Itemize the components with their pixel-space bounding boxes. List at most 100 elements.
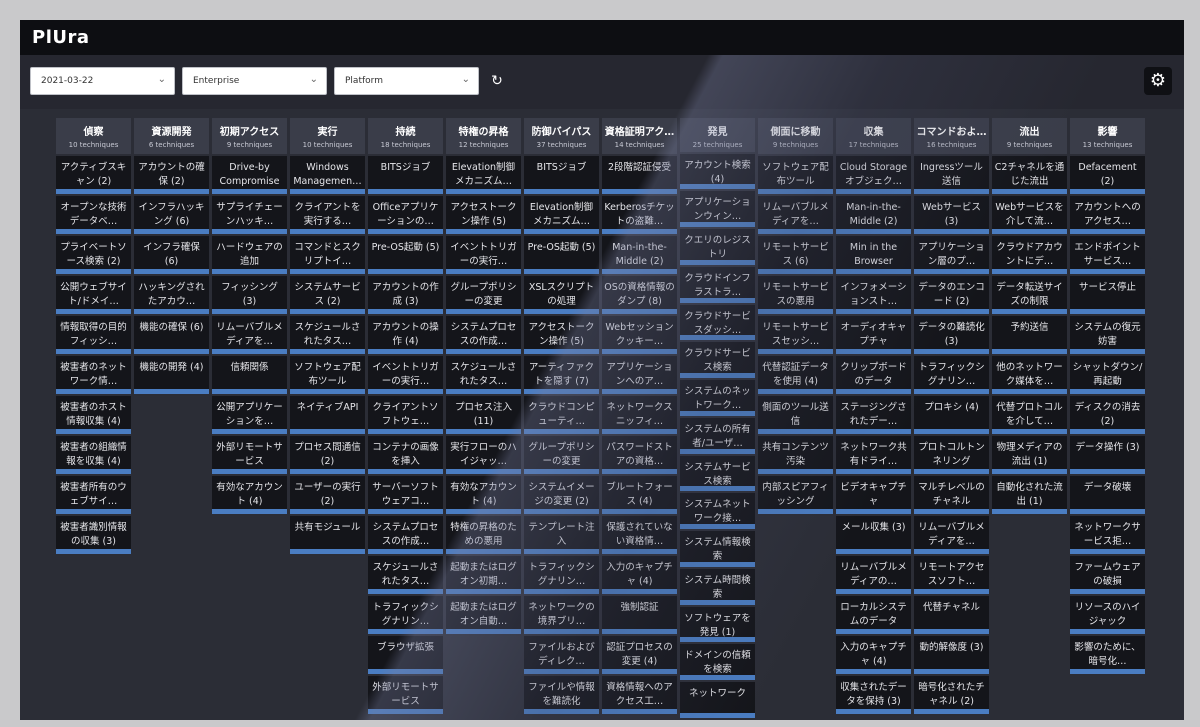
technique-cell[interactable]: ドメインの信頼を検索	[680, 644, 755, 681]
technique-cell[interactable]: サーバーソフトウェアコ…	[368, 476, 443, 514]
technique-cell[interactable]: クリップボードのデータ	[836, 356, 911, 394]
technique-cell[interactable]: Windows Managemen…	[290, 156, 365, 194]
technique-cell[interactable]: 強制認証	[602, 596, 677, 634]
technique-cell[interactable]: アクセストークン操作 (5)	[524, 316, 599, 354]
technique-cell[interactable]: データ破壊	[1070, 476, 1145, 514]
technique-cell[interactable]: グループポリシーの変更	[446, 276, 521, 314]
technique-cell[interactable]: リムーバブルメディアを…	[914, 516, 989, 554]
technique-cell[interactable]: フィッシング (3)	[212, 276, 287, 314]
technique-cell[interactable]: 機能の開発 (4)	[134, 356, 209, 394]
technique-cell[interactable]: ステージングされたデー…	[836, 396, 911, 434]
technique-cell[interactable]: Cloud Storageオブジェク…	[836, 156, 911, 194]
technique-cell[interactable]: トラフィックシグナリン…	[914, 356, 989, 394]
platform-select[interactable]: Platform ⌄	[334, 67, 479, 95]
technique-cell[interactable]: インフラ確保 (6)	[134, 236, 209, 274]
technique-cell[interactable]: クラウドインフラストラ…	[680, 266, 755, 303]
technique-cell[interactable]: ローカルシステムのデータ	[836, 596, 911, 634]
technique-cell[interactable]: Ingressツール送信	[914, 156, 989, 194]
technique-cell[interactable]: システムプロセスの作成…	[446, 316, 521, 354]
technique-cell[interactable]: 物理メディアの流出 (1)	[992, 436, 1067, 474]
technique-cell[interactable]: クラウドサービスダッシ…	[680, 304, 755, 341]
technique-cell[interactable]: Drive-by Compromise	[212, 156, 287, 194]
technique-cell[interactable]: リムーバブルメディアを…	[758, 196, 833, 234]
technique-cell[interactable]: トラフィックシグナリン…	[368, 596, 443, 634]
technique-cell[interactable]: 被害者識別情報の収集 (3)	[56, 516, 131, 554]
technique-cell[interactable]: Webセッションクッキー…	[602, 316, 677, 354]
technique-cell[interactable]: シャットダウン/再起動	[1070, 356, 1145, 394]
technique-cell[interactable]: 自動化された流出 (1)	[992, 476, 1067, 514]
tactic-header[interactable]: 防御バイパス 37 techniques	[524, 118, 599, 154]
technique-cell[interactable]: ネットワークスニッフィ…	[602, 396, 677, 434]
technique-cell[interactable]: マルチレベルのチャネル	[914, 476, 989, 514]
technique-cell[interactable]: エンドポイントサービス…	[1070, 236, 1145, 274]
technique-cell[interactable]: ブルートフォース (4)	[602, 476, 677, 514]
technique-cell[interactable]: インフラハッキング (6)	[134, 196, 209, 234]
technique-cell[interactable]: Defacement (2)	[1070, 156, 1145, 194]
domain-select[interactable]: Enterprise ⌄	[182, 67, 327, 95]
technique-cell[interactable]: 特権の昇格のための悪用	[446, 516, 521, 554]
technique-cell[interactable]: アカウントの操作 (4)	[368, 316, 443, 354]
technique-cell[interactable]: スケジュールされたタス…	[290, 316, 365, 354]
gear-icon[interactable]: ⚙	[1144, 67, 1172, 95]
technique-cell[interactable]: システムの所有者/ユーザ…	[680, 417, 755, 454]
technique-cell[interactable]: Pre-OS起動 (5)	[368, 236, 443, 274]
technique-cell[interactable]: ソフトウェアを発見 (1)	[680, 606, 755, 643]
technique-cell[interactable]: リモートサービスの悪用	[758, 276, 833, 314]
technique-cell[interactable]: 公開アプリケーションを…	[212, 396, 287, 434]
technique-cell[interactable]: Min in the Browser	[836, 236, 911, 274]
technique-cell[interactable]: Elevation制御メカニズム…	[446, 156, 521, 194]
technique-cell[interactable]: アカウントの作成 (3)	[368, 276, 443, 314]
technique-cell[interactable]: 共有コンテンツ汚染	[758, 436, 833, 474]
technique-cell[interactable]: グループポリシーの変更	[524, 436, 599, 474]
technique-cell[interactable]: 入力のキャプチャ (4)	[602, 556, 677, 594]
technique-cell[interactable]: アプリケーションへのア…	[602, 356, 677, 394]
technique-cell[interactable]: アクセストークン操作 (5)	[446, 196, 521, 234]
technique-cell[interactable]: ビデオキャプチャ	[836, 476, 911, 514]
technique-cell[interactable]: 実行フローのハイジャッ…	[446, 436, 521, 474]
technique-cell[interactable]: イベントトリガーの実行…	[446, 236, 521, 274]
technique-cell[interactable]: インフォメーションスト…	[836, 276, 911, 314]
technique-cell[interactable]: BITSジョブ	[368, 156, 443, 194]
technique-cell[interactable]: アプリケーション層のプ…	[914, 236, 989, 274]
technique-cell[interactable]: Man-in-the-Middle (2)	[602, 236, 677, 274]
technique-cell[interactable]: メール収集 (3)	[836, 516, 911, 554]
technique-cell[interactable]: リムーバブルメディアの…	[836, 556, 911, 594]
technique-cell[interactable]: システムの復元妨害	[1070, 316, 1145, 354]
technique-cell[interactable]: 予約送信	[992, 316, 1067, 354]
technique-cell[interactable]: ソフトウェア配布ツール	[758, 156, 833, 194]
tactic-header[interactable]: 実行 10 techniques	[290, 118, 365, 154]
technique-cell[interactable]: 被害者の組織情報を収集 (4)	[56, 436, 131, 474]
technique-cell[interactable]: クエリのレジストリ	[680, 229, 755, 265]
technique-cell[interactable]: アカウントの確保 (2)	[134, 156, 209, 194]
technique-cell[interactable]: 他のネットワーク媒体を…	[992, 356, 1067, 394]
technique-cell[interactable]: BITSジョブ	[524, 156, 599, 194]
technique-cell[interactable]: データ転送サイズの制限	[992, 276, 1067, 314]
technique-cell[interactable]: ディスクの消去 (2)	[1070, 396, 1145, 434]
technique-cell[interactable]: 暗号化されたチャネル (2)	[914, 676, 989, 714]
technique-cell[interactable]: Pre-OS起動 (5)	[524, 236, 599, 274]
technique-cell[interactable]: 動的解像度 (3)	[914, 636, 989, 674]
technique-cell[interactable]: データのエンコード (2)	[914, 276, 989, 314]
technique-cell[interactable]: 外部リモートサービス	[212, 436, 287, 474]
technique-cell[interactable]: ブラウザ拡張	[368, 636, 443, 674]
technique-cell[interactable]: 被害者所有のウェブサイ…	[56, 476, 131, 514]
technique-cell[interactable]: システム時間検索	[680, 568, 755, 605]
technique-cell[interactable]: アカウントへのアクセス…	[1070, 196, 1145, 234]
technique-cell[interactable]: 側面のツール送信	[758, 396, 833, 434]
technique-cell[interactable]: システムプロセスの作成…	[368, 516, 443, 554]
technique-cell[interactable]: イベントトリガーの実行…	[368, 356, 443, 394]
tactic-header[interactable]: 持続 18 techniques	[368, 118, 443, 154]
technique-cell[interactable]: ハッキングされたアカウ…	[134, 276, 209, 314]
technique-cell[interactable]: ソフトウェア配布ツール	[290, 356, 365, 394]
technique-cell[interactable]: OSの資格情報のダンプ (8)	[602, 276, 677, 314]
technique-cell[interactable]: 収集されたデータを保持 (3)	[836, 676, 911, 714]
technique-cell[interactable]: ユーザーの実行 (2)	[290, 476, 365, 514]
technique-cell[interactable]: 有効なアカウント (4)	[212, 476, 287, 514]
technique-cell[interactable]: クライアントソフトウェ…	[368, 396, 443, 434]
technique-cell[interactable]: システムネットワーク接…	[680, 493, 755, 530]
technique-cell[interactable]: 情報取得の目的フィッシ…	[56, 316, 131, 354]
technique-cell[interactable]: リムーバブルメディアを…	[212, 316, 287, 354]
technique-cell[interactable]: パスワードストアの資格…	[602, 436, 677, 474]
technique-cell[interactable]: 代替チャネル	[914, 596, 989, 634]
technique-cell[interactable]: クラウドアカウントにデ…	[992, 236, 1067, 274]
